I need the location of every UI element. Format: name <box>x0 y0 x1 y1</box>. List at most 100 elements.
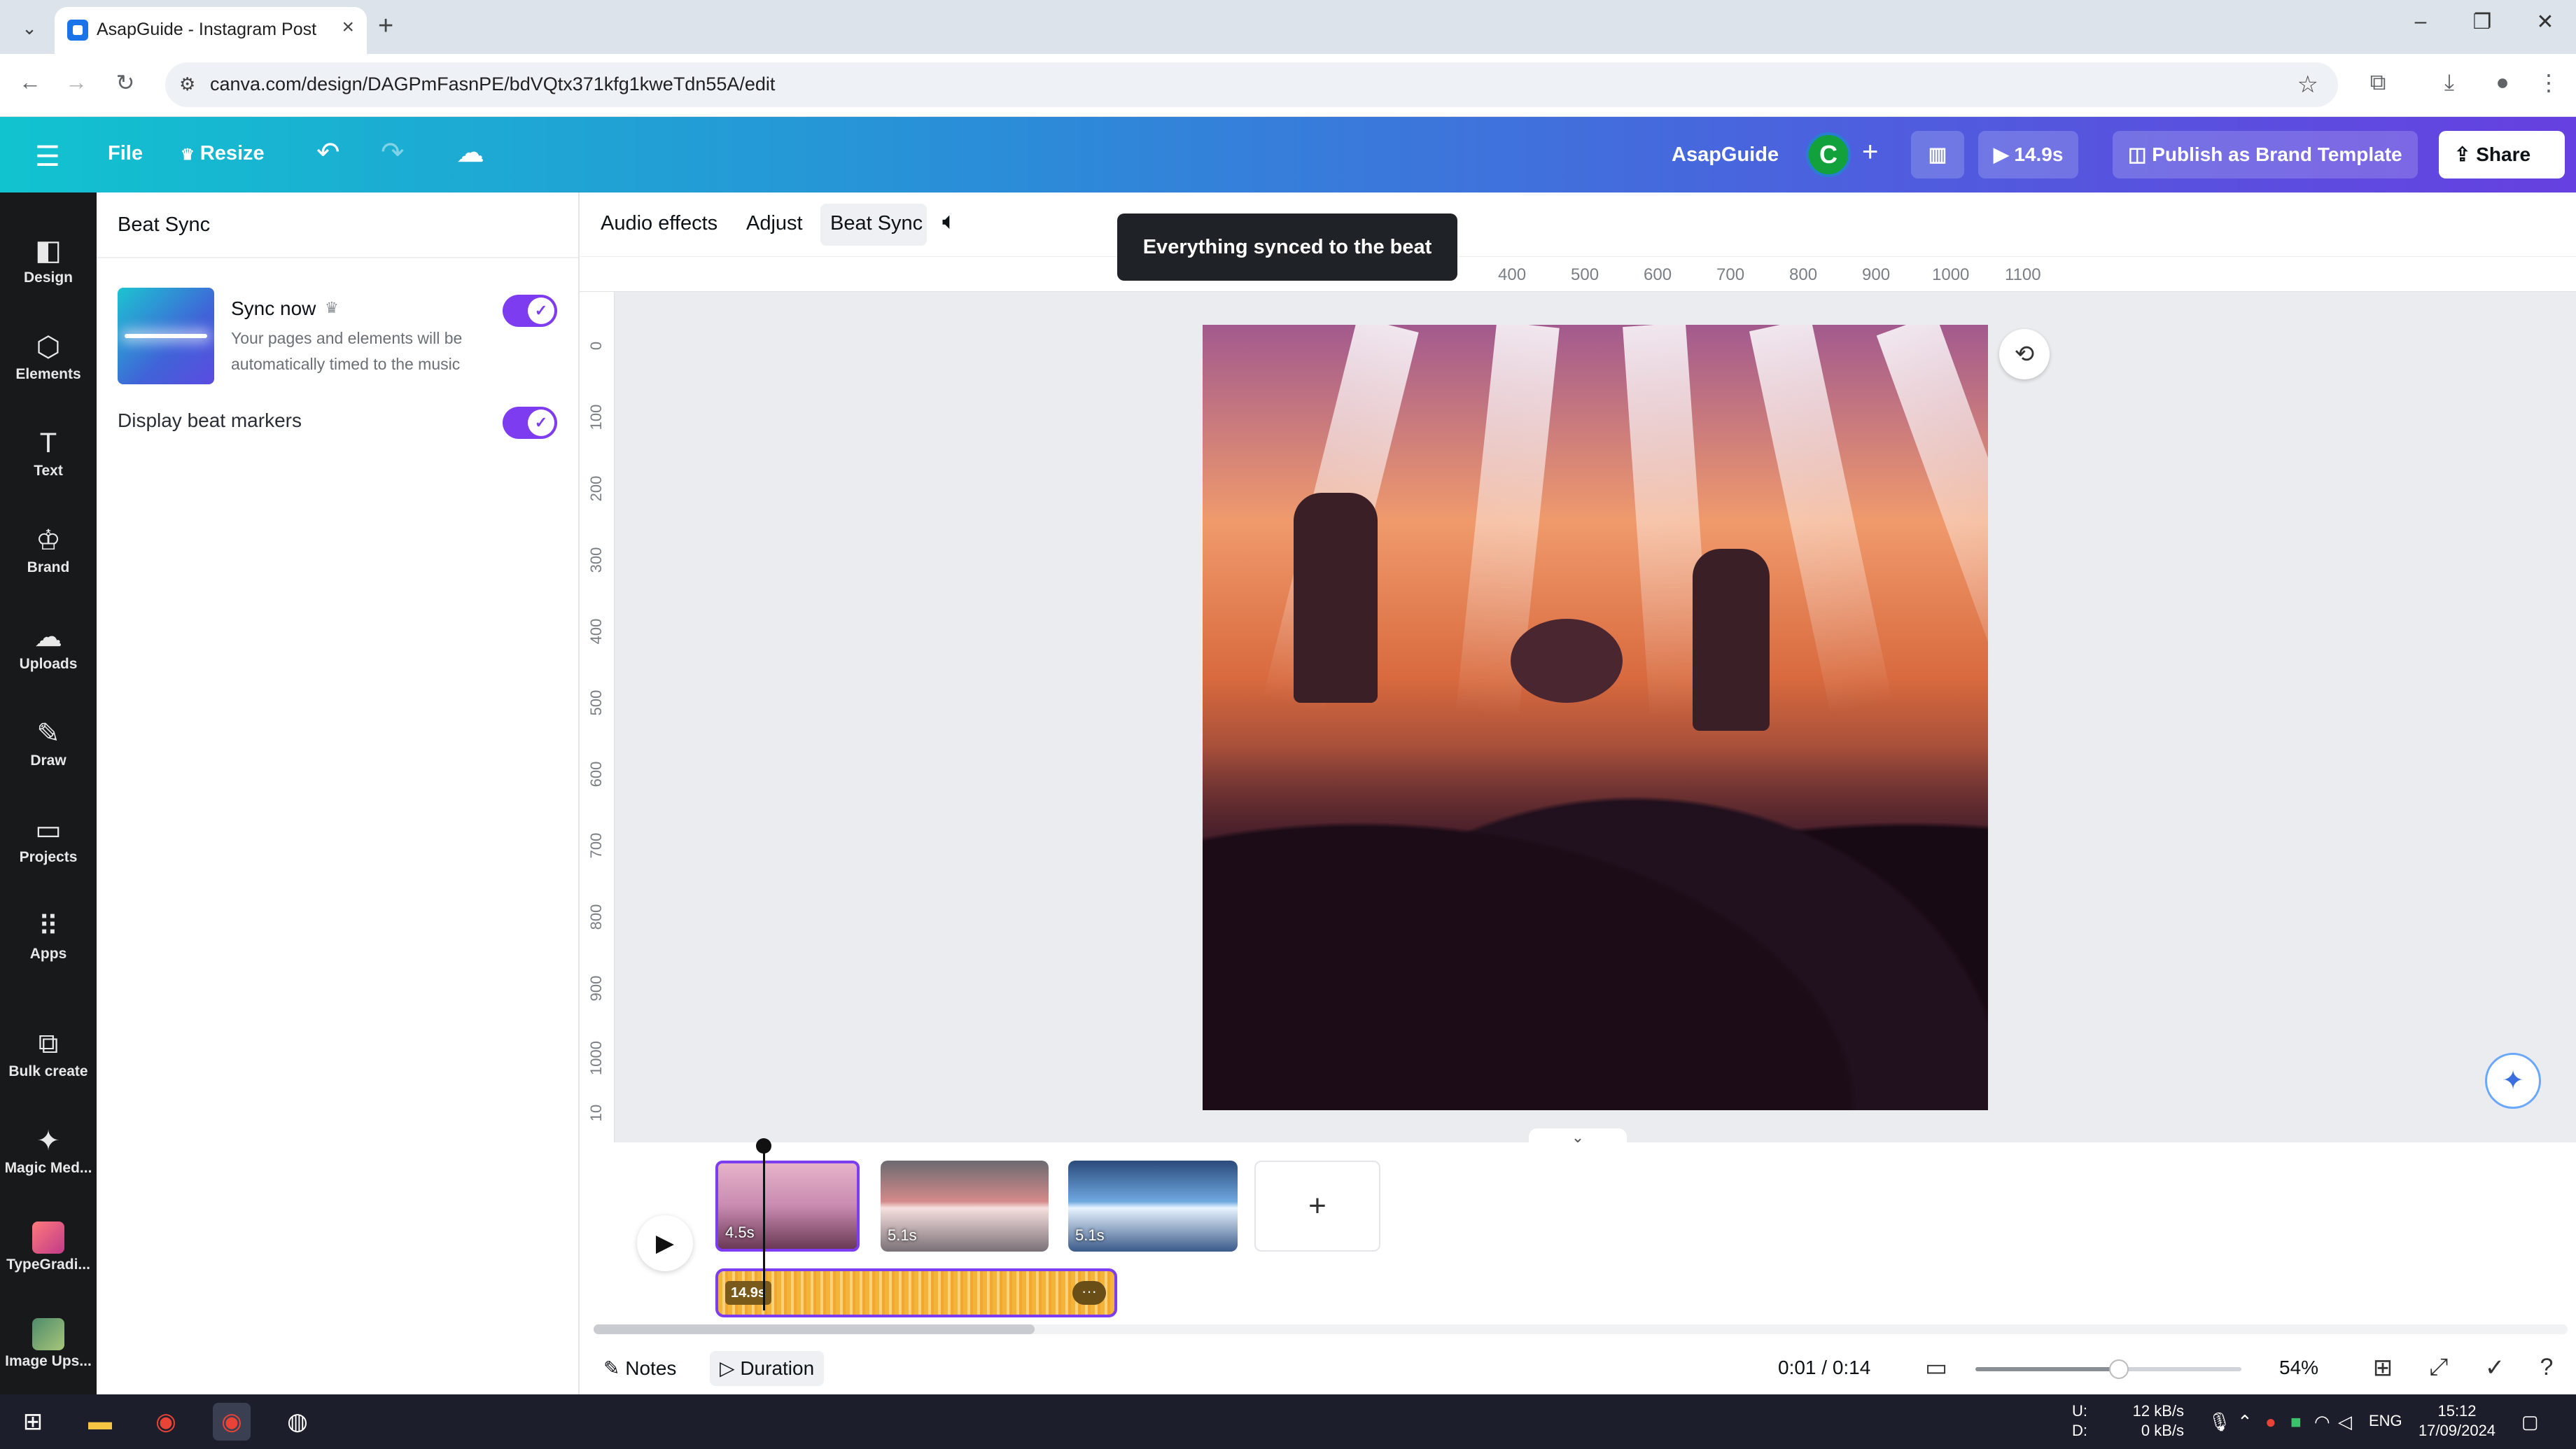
microphone-icon[interactable]: 🎙︎ <box>2208 1411 2231 1433</box>
minimize-window-icon[interactable]: – <box>2400 10 2442 34</box>
zoom-percentage[interactable]: 54% <box>2279 1357 2318 1379</box>
close-window-icon[interactable]: ✕ <box>2524 10 2566 34</box>
new-tab-plus-icon[interactable]: + <box>378 11 393 41</box>
url-omnibox[interactable]: ⚙ canva.com/design/DAGPmFasnPE/bdVQtx371… <box>165 62 2338 107</box>
app-tray-icon[interactable]: ■ <box>2290 1411 2302 1433</box>
sidebar-item-design[interactable]: ◧ Design <box>0 214 97 298</box>
tab-search-chevron-icon[interactable]: ⌄ <box>15 14 43 42</box>
insights-chart-button[interactable]: ▥ <box>1911 131 1964 178</box>
browser-menu-icon[interactable]: ⋮ <box>2531 69 2566 96</box>
help-icon[interactable]: ? <box>2531 1354 2562 1381</box>
comment-refresh-icon[interactable]: ⟲ <box>1999 329 2050 379</box>
forward-arrow-icon[interactable]: → <box>60 69 92 95</box>
play-icon: ▶ <box>655 1230 675 1256</box>
notifications-icon[interactable]: ▢ <box>2521 1411 2539 1433</box>
redo-icon[interactable]: ↷ <box>381 136 405 169</box>
sidebar-item-label: Image Ups... <box>5 1353 92 1369</box>
sidebar-item-apps[interactable]: ⠿ Apps <box>0 890 97 974</box>
playhead-line[interactable] <box>763 1142 765 1310</box>
browser-address-bar: ← → ↻ ⚙ canva.com/design/DAGPmFasnPE/bdV… <box>0 54 2576 117</box>
speaker-icon[interactable]: ◁ <box>2338 1411 2352 1433</box>
sidebar-item-image-upscaler[interactable]: Image Ups... <box>0 1297 97 1381</box>
sidebar-item-typegradient[interactable]: TypeGradi... <box>0 1200 97 1284</box>
undo-icon[interactable]: ↶ <box>316 136 340 169</box>
display-beat-markers-toggle[interactable] <box>503 407 557 439</box>
fullscreen-icon[interactable]: ⤢ <box>2423 1354 2454 1381</box>
sidebar-item-projects[interactable]: ▭ Projects <box>0 793 97 877</box>
windows-start-icon[interactable]: ⊞ <box>14 1403 52 1441</box>
chrome-active-icon[interactable]: ◉ <box>213 1403 251 1441</box>
reload-icon[interactable]: ↻ <box>109 69 141 96</box>
sidebar-item-brand[interactable]: ♔ Brand <box>0 503 97 587</box>
grid-view-icon[interactable]: ⊞ <box>2367 1354 2398 1382</box>
add-collaborator-plus-icon[interactable]: + <box>1862 136 1878 168</box>
url-text[interactable]: canva.com/design/DAGPmFasnPE/bdVQtx371kf… <box>210 74 775 95</box>
share-label: Share <box>2476 144 2531 165</box>
timeline-clip-2[interactable]: 5.1s <box>881 1161 1049 1252</box>
notes-button[interactable]: ✎ Notes <box>594 1351 686 1386</box>
clock-date: 17/09/2024 <box>2418 1422 2496 1439</box>
editor-status-bar: ✎ Notes ▷ Duration 0:01 / 0:14 ▭ 54% ⊞ ⤢… <box>580 1343 2576 1394</box>
tab-close-icon[interactable]: × <box>342 15 354 39</box>
timeline-play-button[interactable]: ▶ <box>637 1215 693 1271</box>
audio-more-options-icon[interactable]: ··· <box>1072 1281 1106 1305</box>
sidebar-item-magic-media[interactable]: ✦ Magic Med... <box>0 1104 97 1188</box>
extensions-icon[interactable]: ⧉ <box>2360 69 2395 96</box>
sidebar-item-uploads[interactable]: ☁ Uploads <box>0 600 97 684</box>
magic-media-icon: ✦ <box>36 1126 60 1156</box>
wifi-icon[interactable]: ◠ <box>2314 1411 2330 1433</box>
design-page-concert-photo[interactable] <box>1203 325 1988 1110</box>
sidebar-item-elements[interactable]: ⬡ Elements <box>0 310 97 394</box>
team-name[interactable]: AsapGuide <box>1672 144 1779 167</box>
input-language[interactable]: ENG <box>2369 1411 2402 1431</box>
timeline-clip-3[interactable]: 5.1s <box>1068 1161 1238 1252</box>
playhead-handle[interactable] <box>756 1138 771 1154</box>
duration-button[interactable]: ▷ Duration <box>710 1351 825 1386</box>
add-page-plus-button[interactable]: + <box>1254 1161 1380 1252</box>
timeline-scrollbar-thumb[interactable] <box>594 1324 1035 1334</box>
browser-tab[interactable]: AsapGuide - Instagram Post × <box>55 7 367 54</box>
present-play-button[interactable]: ▶ 14.9s <box>1978 131 2079 178</box>
obs-recorder-icon[interactable]: ◍ <box>279 1403 316 1441</box>
chrome-icon[interactable]: ◉ <box>147 1403 185 1441</box>
page-view-icon[interactable]: ▭ <box>1921 1354 1952 1382</box>
ruler-tick: 400 <box>587 618 605 645</box>
volume-icon[interactable]: 🔈︎ <box>942 208 956 235</box>
publish-brand-template-button[interactable]: ◫ Publish as Brand Template <box>2113 131 2418 178</box>
beat-sync-button[interactable]: Beat Sync <box>830 212 923 235</box>
sidebar-item-text[interactable]: T Text <box>0 407 97 491</box>
check-status-icon[interactable]: ✓ <box>2479 1354 2510 1382</box>
magic-assistant-sparkle-icon[interactable]: ✦ <box>2485 1053 2541 1109</box>
sync-now-toggle[interactable] <box>503 295 557 327</box>
beat-sync-toast: Everything synced to the beat <box>1117 214 1457 281</box>
ruler-tick: 1000 <box>1932 265 1970 284</box>
zoom-slider-handle[interactable] <box>2109 1359 2129 1379</box>
sidebar-item-draw[interactable]: ✎ Draw <box>0 696 97 780</box>
audio-track[interactable]: 14.9s ··· <box>715 1268 1117 1317</box>
resize-button[interactable]: ♛ Resize <box>181 142 265 165</box>
ruler-tick: 1000 <box>587 1041 605 1075</box>
adjust-button[interactable]: Adjust <box>746 212 803 235</box>
system-clock[interactable]: 15:12 17/09/2024 <box>2416 1401 2498 1441</box>
record-tray-icon[interactable]: ● <box>2265 1411 2276 1433</box>
back-arrow-icon[interactable]: ← <box>14 69 46 95</box>
tray-chevron-icon[interactable]: ⌃ <box>2237 1411 2253 1433</box>
share-button[interactable]: ⇪ Share <box>2439 131 2565 178</box>
publish-label: Publish as Brand Template <box>2152 144 2402 165</box>
sidebar-item-label: Uploads <box>19 656 78 672</box>
cloud-save-icon[interactable]: ☁ <box>456 136 484 169</box>
timeline-clip-1[interactable]: 4.5s <box>715 1161 860 1252</box>
sidebar-item-label: Brand <box>27 559 70 575</box>
avatar[interactable]: C <box>1806 132 1851 177</box>
restore-window-icon[interactable]: ❐ <box>2461 10 2503 34</box>
bookmark-star-icon[interactable]: ☆ <box>2297 71 2318 99</box>
downloads-icon[interactable]: ⤓ <box>2432 69 2467 96</box>
file-explorer-icon[interactable]: ▬ <box>81 1403 119 1441</box>
audio-effects-button[interactable]: Audio effects <box>601 212 718 235</box>
sidebar-item-bulk-create[interactable]: ⧉ Bulk create <box>0 1007 97 1091</box>
site-info-icon[interactable]: ⚙ <box>179 74 195 95</box>
network-label: U: D: <box>2072 1401 2087 1441</box>
profile-icon[interactable]: ● <box>2485 69 2520 95</box>
main-menu-icon[interactable]: ☰ <box>35 141 60 173</box>
file-menu-button[interactable]: File <box>108 142 143 165</box>
